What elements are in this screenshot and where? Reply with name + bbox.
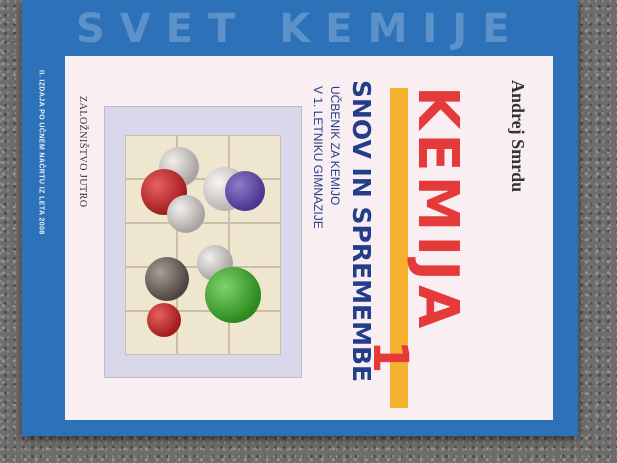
description-line: UČBENIK ZA KEMIJO <box>328 86 342 206</box>
publisher: ZALOŽNIŠTVO JUTRO <box>77 96 88 208</box>
puzzle-piece <box>229 223 281 267</box>
molecule-atom-brown <box>145 257 189 301</box>
series-title: SVET KEMIJE <box>76 6 525 52</box>
molecule-atom-green <box>205 267 261 323</box>
description-line: V 1. LETNIKU GIMNAZIJE <box>311 86 325 229</box>
book-subtitle: SNOV IN SPREMEMBE <box>347 80 376 383</box>
volume-number: 1 <box>362 340 418 374</box>
book-title: KEMIJA <box>405 86 470 333</box>
author: Andrej Smrdu <box>508 80 528 193</box>
description: UČBENIK ZA KEMIJO V 1. LETNIKU GIMNAZIJE <box>309 86 343 229</box>
edition-note-strip: II. IZDAJA PO UČNEM NAČRTU IZ LETA 2008 <box>34 70 48 390</box>
molecule-atom-grey <box>167 195 205 233</box>
molecule-atom-purple <box>225 171 265 211</box>
series-band: SVET KEMIJE <box>22 0 578 60</box>
puzzle-illustration <box>104 106 302 378</box>
edition-note: II. IZDAJA PO UČNEM NAČRTU IZ LETA 2008 <box>37 70 45 235</box>
molecule-atom-red <box>147 303 181 337</box>
